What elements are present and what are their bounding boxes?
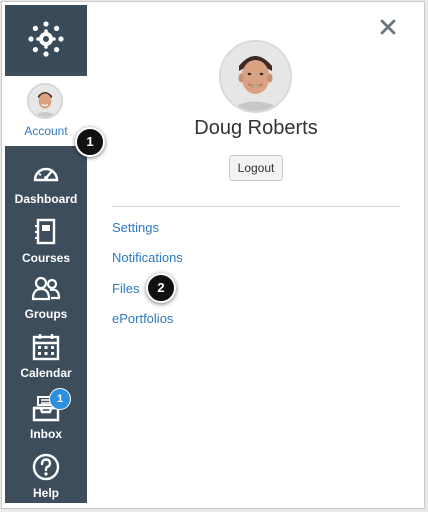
dashboard-icon [33,167,59,182]
calendar-icon [32,334,60,361]
courses-icon [35,218,56,245]
profile-name: Doug Roberts [194,117,318,139]
nav-item-courses[interactable]: Courses [5,214,87,274]
groups-icon [31,276,61,301]
nav-label-inbox: Inbox [30,427,62,441]
nav-label-calendar: Calendar [20,366,72,380]
nav-item-inbox[interactable]: 1 Inbox [5,388,87,450]
nav-label-courses: Courses [21,251,71,265]
tray-link-files[interactable]: Files [112,281,139,296]
callout-badge-1: 1 [75,127,105,157]
nav-item-dashboard[interactable]: Dashboard [5,155,87,215]
callout-badge-2: 2 [146,273,176,303]
nav-item-account[interactable]: Account [5,76,87,146]
nav-label-help: Help [32,486,59,500]
nav-account-label: Account [24,124,68,138]
inbox-unread-badge: 1 [49,388,71,410]
tray-link-notifications[interactable]: Notifications [112,250,183,265]
help-icon [32,453,60,481]
close-icon[interactable] [378,17,398,37]
profile-avatar [219,40,292,113]
nav-item-calendar[interactable]: Calendar [5,329,87,389]
global-navigation: Account Dashboard Courses Groups Calenda… [5,5,87,503]
nav-label-groups: Groups [24,307,68,321]
avatar [27,83,63,119]
canvas-logo-icon[interactable] [5,5,87,72]
nav-item-groups[interactable]: Groups [5,270,87,330]
tray-link-settings[interactable]: Settings [112,220,159,235]
tray-divider [112,206,400,207]
nav-label-dashboard: Dashboard [14,192,78,206]
nav-item-help[interactable]: Help [5,449,87,509]
logout-button[interactable]: Logout [229,155,283,181]
tray-link-eportfolios[interactable]: ePortfolios [112,311,173,326]
